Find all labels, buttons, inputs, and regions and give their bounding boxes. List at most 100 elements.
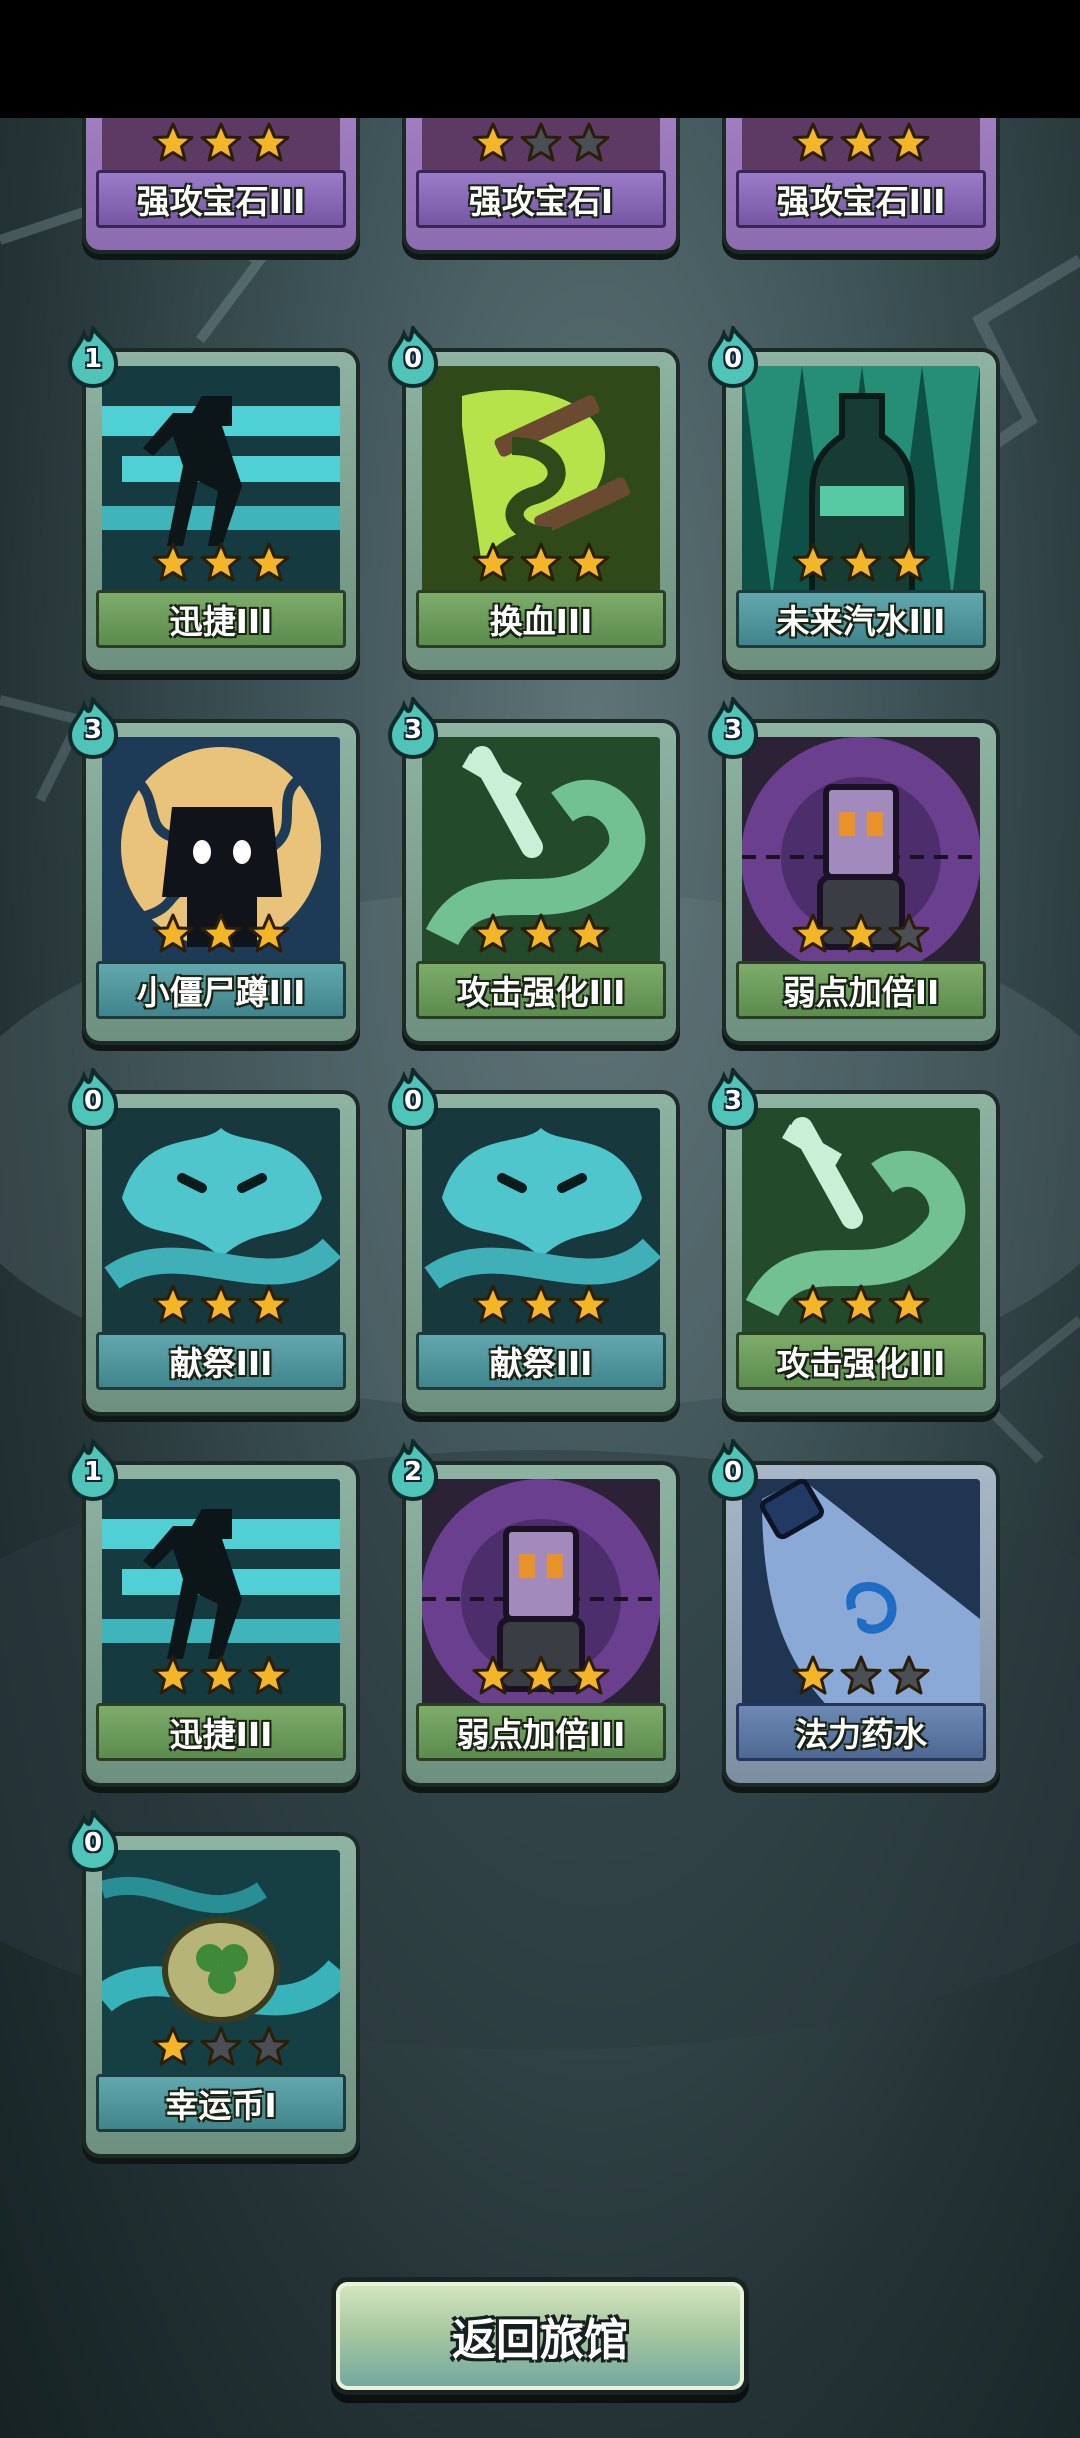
star-rating xyxy=(726,913,996,961)
star-filled-icon xyxy=(472,542,514,584)
card-sacrifice[interactable]: 献祭III 0 xyxy=(67,1064,356,1412)
card-runner[interactable]: 迅捷III 1 xyxy=(67,1435,356,1783)
flame-icon xyxy=(387,322,439,392)
star-filled-icon xyxy=(888,1284,930,1326)
card-name: 强攻宝石III xyxy=(96,170,346,228)
cost-badge: 0 xyxy=(387,322,439,389)
flame-icon xyxy=(67,322,119,392)
flame-icon xyxy=(387,1064,439,1134)
card-mana-potion[interactable]: 法力药水 0 xyxy=(707,1435,996,1783)
cost-value: 0 xyxy=(403,1086,423,1116)
star-filled-icon xyxy=(152,542,194,584)
star-filled-icon xyxy=(248,122,290,164)
star-filled-icon xyxy=(472,913,514,955)
star-filled-icon xyxy=(200,1655,242,1697)
flame-icon xyxy=(67,1064,119,1134)
card-name: 攻击强化III xyxy=(416,961,666,1019)
star-rating xyxy=(86,1284,356,1332)
card-name: 弱点加倍III xyxy=(416,1703,666,1761)
cost-value: 3 xyxy=(403,715,423,745)
star-filled-icon xyxy=(568,1655,610,1697)
card-sword-swirl[interactable]: 攻击强化III 3 xyxy=(387,693,676,1041)
star-filled-icon xyxy=(792,542,834,584)
star-empty-icon xyxy=(840,1655,882,1697)
cost-badge: 3 xyxy=(67,693,119,760)
flame-icon xyxy=(67,1435,119,1505)
cost-badge: 3 xyxy=(387,693,439,760)
cost-value: 3 xyxy=(723,1086,743,1116)
star-filled-icon xyxy=(888,122,930,164)
star-rating xyxy=(86,1655,356,1703)
star-rating xyxy=(406,122,676,170)
star-filled-icon xyxy=(472,122,514,164)
cost-badge: 0 xyxy=(707,322,759,389)
flame-icon xyxy=(387,693,439,763)
star-filled-icon xyxy=(840,1284,882,1326)
card-name: 小僵尸蹲III xyxy=(96,961,346,1019)
cost-badge: 3 xyxy=(707,1064,759,1131)
flame-icon xyxy=(707,693,759,763)
star-filled-icon xyxy=(792,122,834,164)
star-filled-icon xyxy=(520,913,562,955)
card-grid: 强攻宝石III 强攻宝石I 强攻宝石III 迅捷III 1 换血III 0 未来… xyxy=(0,0,1080,2438)
star-rating xyxy=(726,122,996,170)
card-runner[interactable]: 迅捷III 1 xyxy=(67,322,356,670)
star-filled-icon xyxy=(152,1655,194,1697)
star-filled-icon xyxy=(568,913,610,955)
star-empty-icon xyxy=(200,2026,242,2068)
star-filled-icon xyxy=(520,542,562,584)
deck-screen: 强攻宝石III 强攻宝石I 强攻宝石III 迅捷III 1 换血III 0 未来… xyxy=(0,0,1080,2438)
card-zombie[interactable]: 小僵尸蹲III 3 xyxy=(67,693,356,1041)
card-name: 未来汽水III xyxy=(736,590,986,648)
star-empty-icon xyxy=(888,913,930,955)
cost-value: 0 xyxy=(83,1086,103,1116)
star-rating xyxy=(406,1655,676,1703)
card-blood-swap[interactable]: 换血III 0 xyxy=(387,322,676,670)
card-name: 换血III xyxy=(416,590,666,648)
card-soda[interactable]: 未来汽水III 0 xyxy=(707,322,996,670)
cost-badge: 1 xyxy=(67,322,119,389)
star-empty-icon xyxy=(248,2026,290,2068)
card-name: 献祭III xyxy=(416,1332,666,1390)
card-weak-point[interactable]: 弱点加倍II 3 xyxy=(707,693,996,1041)
star-filled-icon xyxy=(200,1284,242,1326)
card-name: 迅捷III xyxy=(96,1703,346,1761)
star-filled-icon xyxy=(200,122,242,164)
card-name: 弱点加倍II xyxy=(736,961,986,1019)
star-rating xyxy=(86,913,356,961)
star-filled-icon xyxy=(792,1284,834,1326)
card-sword-swirl[interactable]: 攻击强化III 3 xyxy=(707,1064,996,1412)
flame-icon xyxy=(707,322,759,392)
star-filled-icon xyxy=(792,1655,834,1697)
card-sacrifice[interactable]: 献祭III 0 xyxy=(387,1064,676,1412)
card-name: 法力药水 xyxy=(736,1703,986,1761)
back-to-inn-button[interactable]: 返回旅馆 xyxy=(336,2282,744,2390)
star-filled-icon xyxy=(792,913,834,955)
star-rating xyxy=(86,122,356,170)
star-filled-icon xyxy=(152,2026,194,2068)
cost-value: 3 xyxy=(723,715,743,745)
flame-icon xyxy=(707,1064,759,1134)
star-filled-icon xyxy=(568,1284,610,1326)
star-rating xyxy=(86,2026,356,2074)
star-filled-icon xyxy=(472,1284,514,1326)
star-filled-icon xyxy=(840,542,882,584)
star-rating xyxy=(726,542,996,590)
star-rating xyxy=(406,542,676,590)
cost-value: 0 xyxy=(723,344,743,374)
star-filled-icon xyxy=(840,122,882,164)
card-name: 迅捷III xyxy=(96,590,346,648)
card-name: 幸运币I xyxy=(96,2074,346,2132)
star-rating xyxy=(406,913,676,961)
cost-badge: 0 xyxy=(387,1064,439,1131)
card-weak-point[interactable]: 弱点加倍III 2 xyxy=(387,1435,676,1783)
cost-value: 1 xyxy=(83,344,103,374)
cost-value: 2 xyxy=(403,1457,423,1487)
star-filled-icon xyxy=(200,542,242,584)
star-filled-icon xyxy=(248,1655,290,1697)
star-empty-icon xyxy=(568,122,610,164)
card-lucky-coin[interactable]: 幸运币I 0 xyxy=(67,1806,356,2154)
flame-icon xyxy=(67,693,119,763)
cost-badge: 2 xyxy=(387,1435,439,1502)
card-name: 强攻宝石III xyxy=(736,170,986,228)
